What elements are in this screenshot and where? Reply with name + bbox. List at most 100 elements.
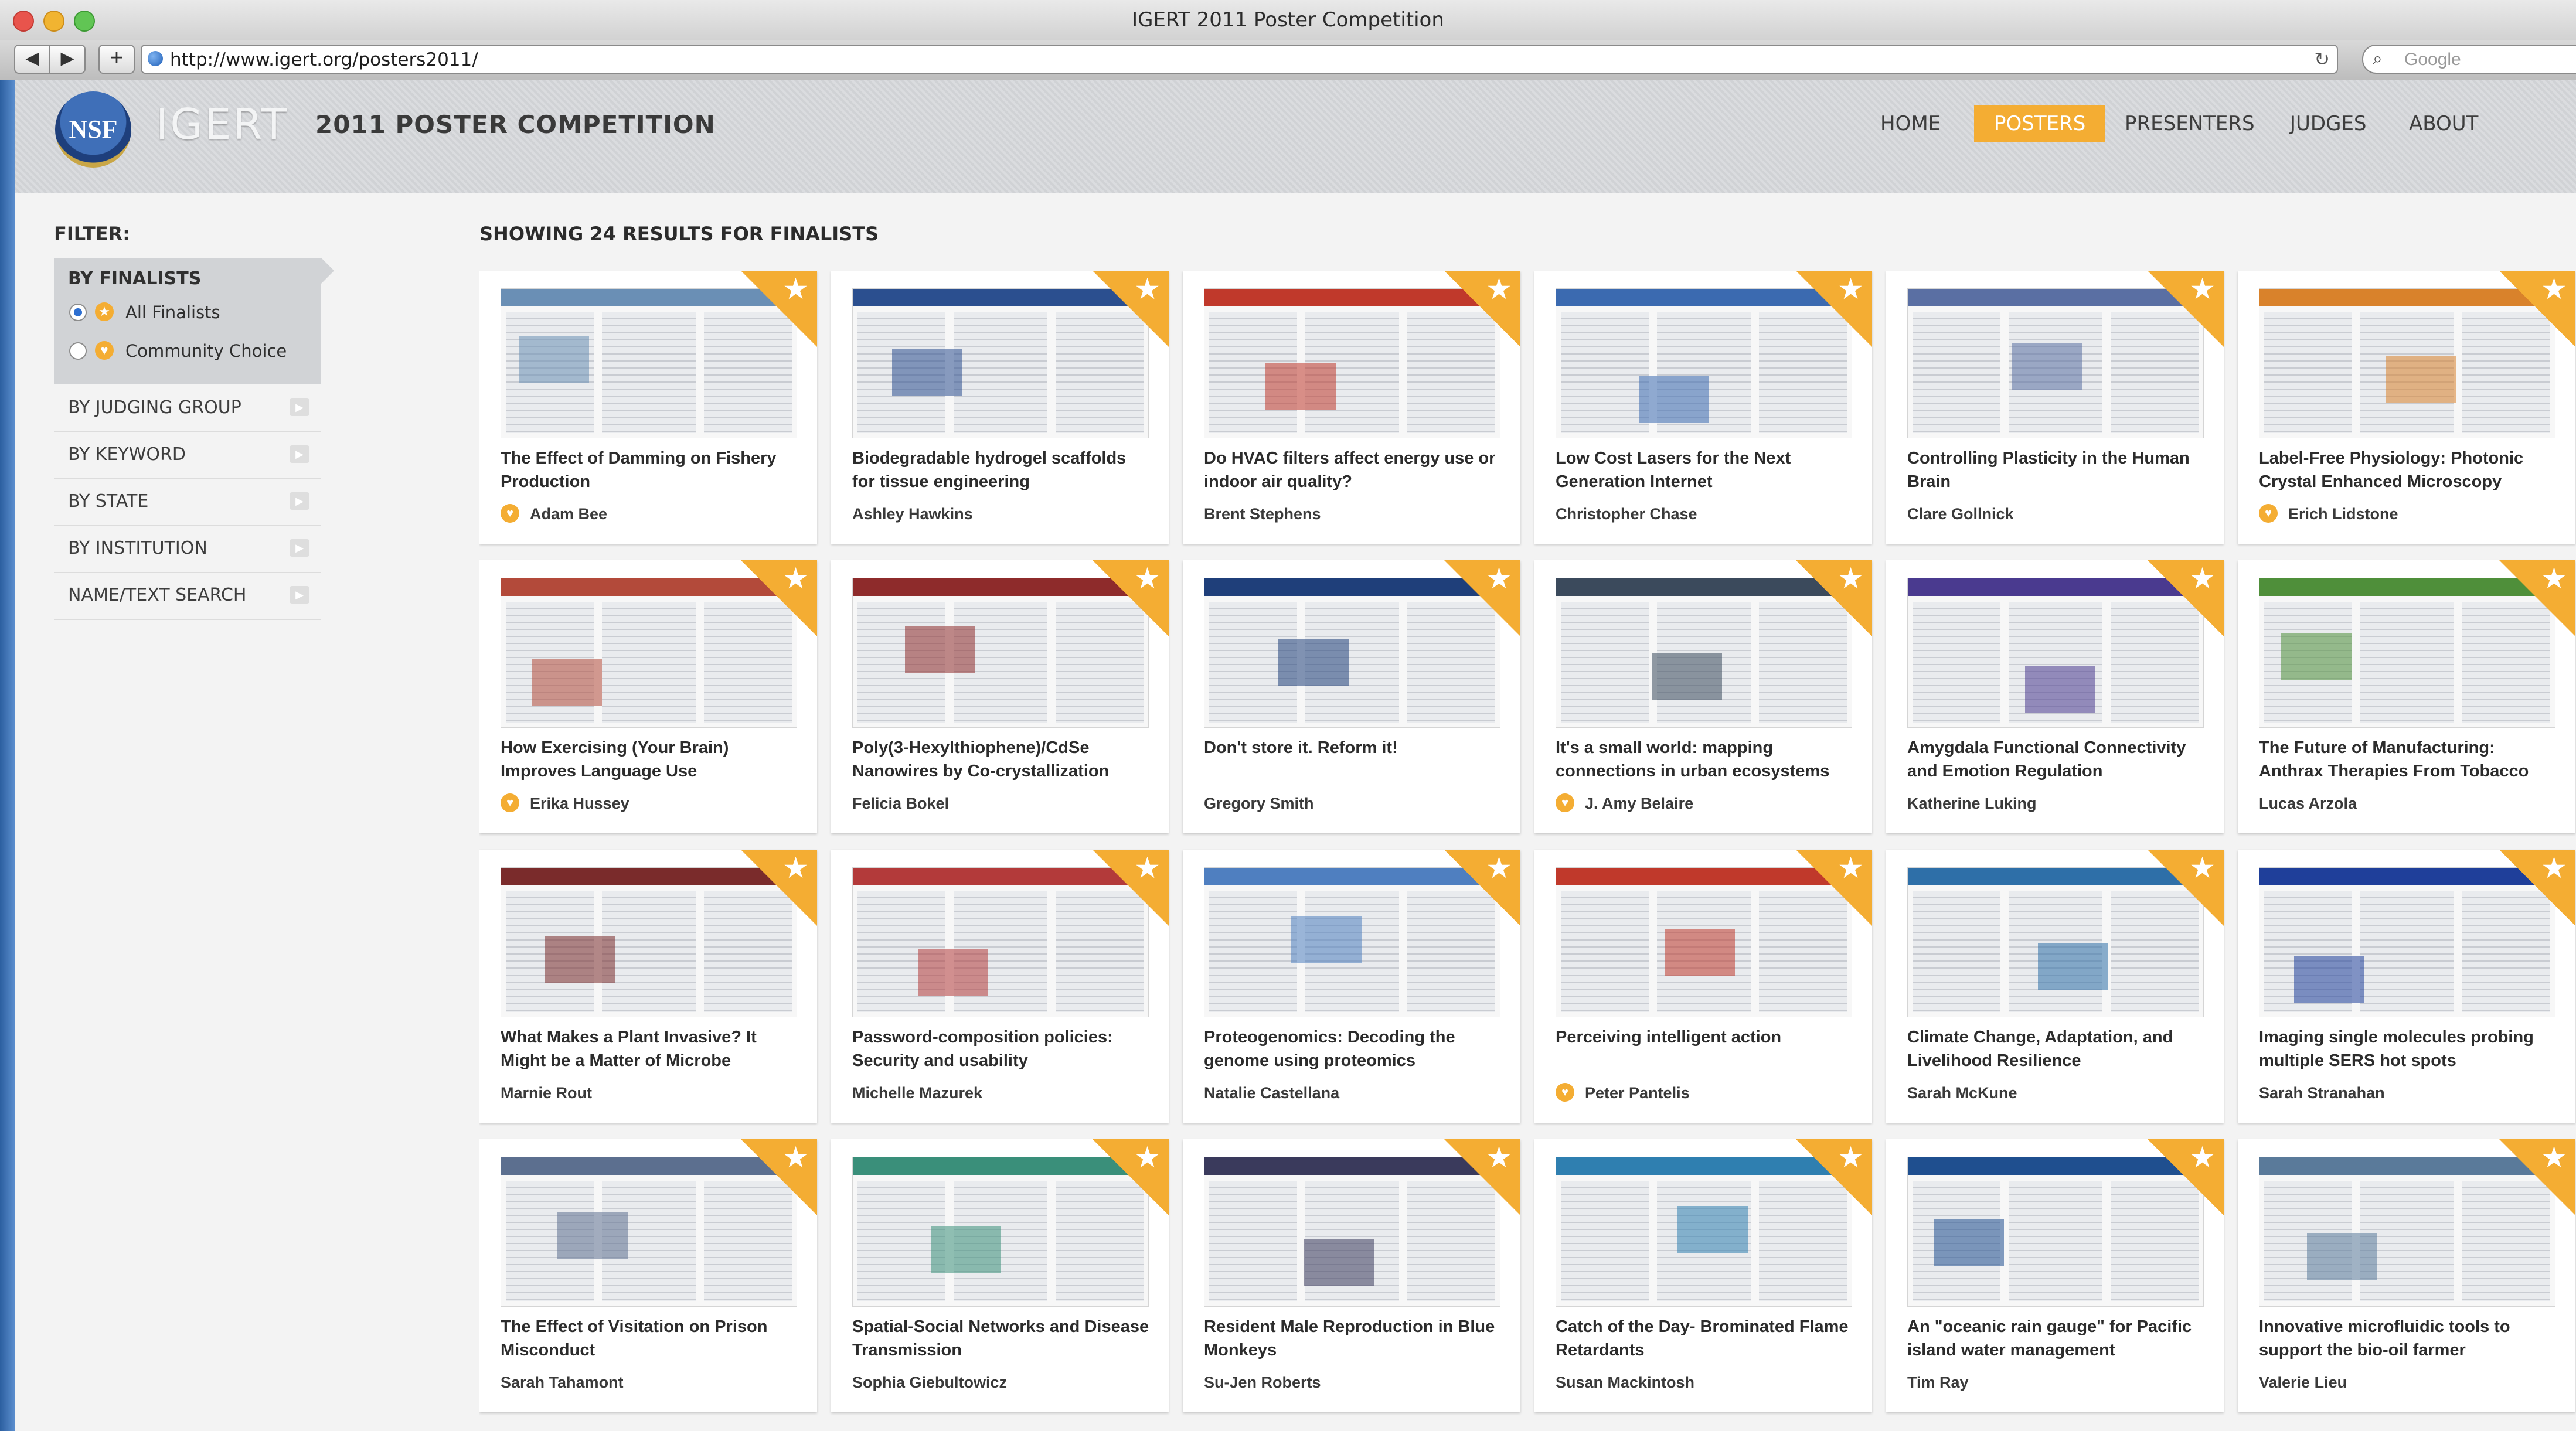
igert-brand[interactable]: IGERT [156, 100, 288, 149]
poster-title[interactable]: Innovative microfluidic tools to support… [2259, 1315, 2558, 1362]
poster-card[interactable]: ★ The Future of Manufacturing: Anthrax Th… [2238, 560, 2575, 833]
poster-title[interactable]: Biodegradable hydrogel scaffolds for tis… [852, 447, 1151, 493]
poster-card[interactable]: ★ Controlling Plasticity in the Human Bra… [1886, 271, 2224, 544]
star-icon: ★ [782, 272, 809, 305]
filter-by-state[interactable]: BY STATE ▶ [54, 478, 321, 526]
poster-card[interactable]: ★ Resident Male Reproduction in Blue Monk… [1183, 1139, 1520, 1412]
poster-title[interactable]: The Effect of Damming on Fishery Product… [501, 447, 799, 493]
star-icon: ★ [1134, 1141, 1161, 1174]
forward-button[interactable]: ▶ [49, 45, 86, 74]
poster-title[interactable]: What Makes a Plant Invasive? It Might be… [501, 1025, 799, 1072]
poster-card[interactable]: ★ Amygdala Functional Connectivity and Em… [1886, 560, 2224, 833]
filter-label: FILTER: [54, 223, 130, 245]
poster-card[interactable]: ★ An "oceanic rain gauge" for Pacific isl… [1886, 1139, 2224, 1412]
filter-by-judging-group[interactable]: BY JUDGING GROUP ▶ [54, 384, 321, 432]
poster-card[interactable]: ★ Label-Free Physiology: Photonic Crystal… [2238, 271, 2575, 544]
poster-author: Clare Gollnick [1907, 505, 2014, 523]
filter-name-text-search[interactable]: NAME/TEXT SEARCH ▶ [54, 572, 321, 620]
poster-column [2360, 602, 2454, 723]
poster-card[interactable]: ★ Imaging single molecules probing multip… [2238, 850, 2575, 1123]
add-bookmark-button[interactable]: + [98, 45, 135, 74]
poster-card[interactable]: ★ The Effect of Visitation on Prison Misc… [479, 1139, 817, 1412]
poster-card[interactable]: ★ The Effect of Damming on Fishery Produc… [479, 271, 817, 544]
search-icon: ⌕ [2373, 49, 2383, 69]
nsf-logo[interactable]: NSF [55, 91, 131, 168]
poster-column [602, 602, 696, 723]
poster-title[interactable]: The Future of Manufacturing: Anthrax The… [2259, 736, 2558, 783]
poster-figure [2294, 956, 2364, 1003]
poster-figure [2307, 1233, 2377, 1280]
filter-option-community-choice[interactable]: ♥ Community Choice [69, 339, 304, 362]
star-icon: ★ [2189, 562, 2216, 595]
poster-card[interactable]: ★ Proteogenomics: Decoding the genome usi… [1183, 850, 1520, 1123]
address-bar[interactable]: http://www.igert.org/posters2011/ ↻ [141, 45, 2338, 74]
poster-figure [1665, 929, 1735, 976]
poster-card[interactable]: ★ Biodegradable hydrogel scaffolds for ti… [831, 271, 1169, 544]
poster-card[interactable]: ★ Perceiving intelligent action ♥ Peter Pan… [1534, 850, 1872, 1123]
poster-title[interactable]: Don't store it. Reform it! [1204, 736, 1503, 759]
poster-title[interactable]: The Effect of Visitation on Prison Misco… [501, 1315, 799, 1362]
poster-card[interactable]: ★ Catch of the Day- Brominated Flame Reta… [1534, 1139, 1872, 1412]
filter-by-keyword[interactable]: BY KEYWORD ▶ [54, 431, 321, 479]
nav-posters[interactable]: POSTERS [1974, 105, 2106, 142]
url-text[interactable]: http://www.igert.org/posters2011/ [170, 49, 478, 70]
filter-item-label: BY INSTITUTION [68, 538, 207, 558]
filter-option-all-finalists[interactable]: ★ All Finalists [69, 300, 304, 323]
poster-column [1913, 891, 2000, 1012]
poster-title[interactable]: Perceiving intelligent action [1556, 1025, 1854, 1049]
poster-figure [557, 1212, 628, 1259]
poster-figure [1304, 1239, 1374, 1286]
page-title: 2011 POSTER COMPETITION [315, 110, 716, 139]
poster-card[interactable]: ★ Innovative microfluidic tools to suppor… [2238, 1139, 2575, 1412]
poster-title[interactable]: Resident Male Reproduction in Blue Monke… [1204, 1315, 1503, 1362]
radio-button[interactable] [69, 342, 87, 360]
nav-presenters[interactable]: PRESENTERS [2125, 105, 2255, 142]
poster-card[interactable]: ★ Climate Change, Adaptation, and Livelih… [1886, 850, 2224, 1123]
filter-group-title[interactable]: BY FINALISTS [68, 268, 201, 289]
poster-title[interactable]: Password-composition policies: Security … [852, 1025, 1151, 1072]
poster-title[interactable]: Catch of the Day- Brominated Flame Retar… [1556, 1315, 1854, 1362]
poster-figure [918, 949, 988, 996]
star-icon: ★ [782, 1141, 809, 1174]
poster-title[interactable]: Imaging single molecules probing multipl… [2259, 1025, 2558, 1072]
poster-title[interactable]: How Exercising (Your Brain) Improves Lan… [501, 736, 799, 783]
poster-author: Su-Jen Roberts [1204, 1374, 1321, 1391]
poster-column [1561, 1181, 1649, 1301]
poster-card[interactable]: ★ Poly(3-Hexylthiophene)/CdSe Nanowires b… [831, 560, 1169, 833]
poster-card[interactable]: ★ Do HVAC filters affect energy use or in… [1183, 271, 1520, 544]
author-name: Erich Lidstone [2288, 505, 2398, 523]
poster-author: Sarah McKune [1907, 1084, 2017, 1102]
nav-about[interactable]: ABOUT [2409, 105, 2478, 142]
radio-button-selected[interactable] [69, 304, 87, 321]
poster-card[interactable]: ★ It's a small world: mapping connections… [1534, 560, 1872, 833]
poster-title[interactable]: Do HVAC filters affect energy use or ind… [1204, 447, 1503, 493]
poster-card[interactable]: ★ Password-composition policies: Security… [831, 850, 1169, 1123]
poster-title[interactable]: Proteogenomics: Decoding the genome usin… [1204, 1025, 1503, 1072]
poster-title[interactable]: Controlling Plasticity in the Human Brai… [1907, 447, 2206, 493]
poster-card[interactable]: ★ Don't store it. Reform it! Gregory Smith [1183, 560, 1520, 833]
poster-card[interactable]: ★ Low Cost Lasers for the Next Generation… [1534, 271, 1872, 544]
poster-title[interactable]: Poly(3-Hexylthiophene)/CdSe Nanowires by… [852, 736, 1151, 783]
poster-figure [2281, 633, 2352, 680]
nav-judges[interactable]: JUDGES [2290, 105, 2367, 142]
poster-title[interactable]: Climate Change, Adaptation, and Liveliho… [1907, 1025, 2206, 1072]
poster-title[interactable]: Amygdala Functional Connectivity and Emo… [1907, 736, 2206, 783]
filter-by-institution[interactable]: BY INSTITUTION ▶ [54, 525, 321, 573]
filter-item-label: BY JUDGING GROUP [68, 397, 241, 418]
poster-title[interactable]: Spatial-Social Networks and Disease Tran… [852, 1315, 1151, 1362]
nav-home[interactable]: HOME [1880, 105, 1941, 142]
poster-figure [2386, 356, 2456, 403]
search-field[interactable]: ⌕ Google [2362, 45, 2576, 74]
poster-title[interactable]: Label-Free Physiology: Photonic Crystal … [2259, 447, 2558, 493]
poster-card[interactable]: ★ Spatial-Social Networks and Disease Tra… [831, 1139, 1169, 1412]
poster-title[interactable]: It's a small world: mapping connections … [1556, 736, 1854, 783]
back-button[interactable]: ◀ [14, 45, 50, 74]
poster-title[interactable]: Low Cost Lasers for the Next Generation … [1556, 447, 1854, 493]
poster-figure [2038, 943, 2108, 990]
poster-figure [1291, 916, 1362, 963]
poster-title[interactable]: An "oceanic rain gauge" for Pacific isla… [1907, 1315, 2206, 1362]
poster-card[interactable]: ★ How Exercising (Your Brain) Improves La… [479, 560, 817, 833]
poster-card[interactable]: ★ What Makes a Plant Invasive? It Might b… [479, 850, 817, 1123]
reload-icon[interactable]: ↻ [2314, 48, 2330, 70]
poster-figure [1639, 376, 1709, 423]
